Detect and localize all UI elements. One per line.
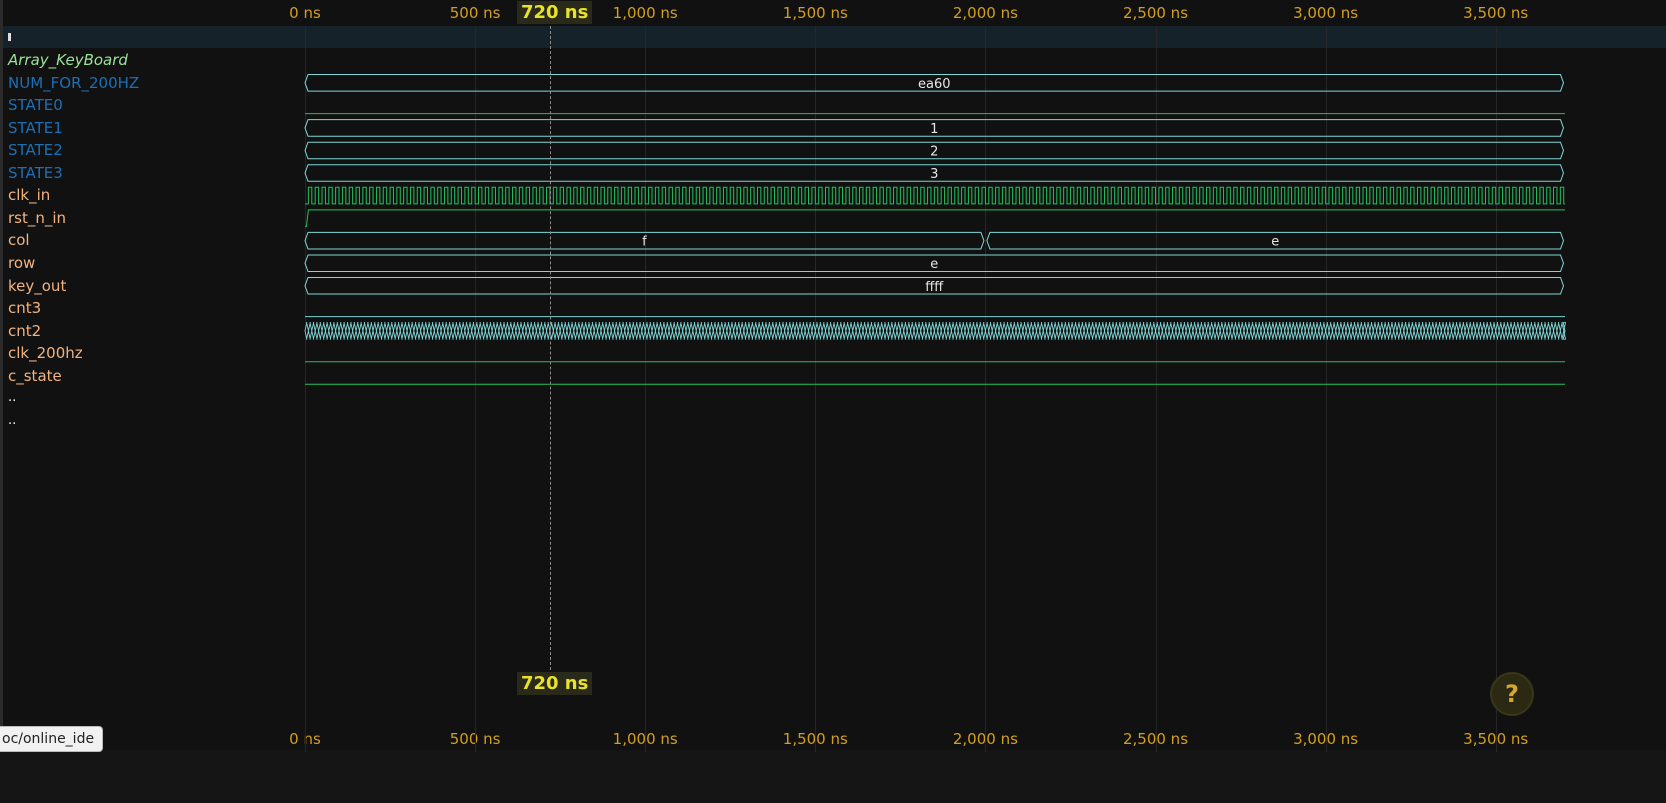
- top-axis-tick-label: 1,000 ns: [612, 4, 678, 22]
- signal-label-col[interactable]: col: [8, 230, 30, 250]
- time-axis-top[interactable]: 0 ns 500 ns 1,000 ns 1,500 ns 2,000 ns 2,500 …: [0, 0, 1666, 26]
- help-icon: ?: [1505, 680, 1519, 708]
- help-button[interactable]: ?: [1490, 672, 1534, 716]
- signal-label-rst-n-in[interactable]: rst_n_in: [8, 208, 66, 228]
- scope-label[interactable]: Array_KeyBoard: [8, 50, 128, 70]
- col-bus-value: e: [1271, 235, 1279, 250]
- signal-label-cnt3[interactable]: cnt3: [8, 298, 41, 318]
- signal-label-state0[interactable]: STATE0: [8, 95, 63, 115]
- signal-label-state3[interactable]: STATE3: [8, 163, 63, 183]
- gridline: [475, 26, 476, 752]
- gridline: [985, 26, 986, 752]
- row-bus-value: e: [930, 257, 938, 272]
- signal-label-row[interactable]: row: [8, 253, 35, 273]
- signal-label-key-out[interactable]: key_out: [8, 276, 66, 296]
- top-axis-tick-label: 3,000 ns: [1293, 4, 1359, 22]
- status-url: oc/online_ide: [0, 726, 104, 752]
- row-bus-segment: [304, 254, 1565, 272]
- num-for-200hz-bus-segment: [304, 74, 1565, 92]
- state1-bus-value: 1: [930, 122, 938, 137]
- col-bus-segment: [986, 231, 1565, 250]
- trailing-row-marker[interactable]: ..: [8, 388, 16, 408]
- state1-bus-segment: [304, 119, 1565, 137]
- gridline: [1156, 26, 1157, 752]
- top-axis-tick-label: 2,500 ns: [1122, 4, 1189, 22]
- signal-label-state2[interactable]: STATE2: [8, 140, 63, 160]
- key-out-bus-segment: [304, 277, 1565, 295]
- state3-bus-value: 3: [930, 167, 938, 182]
- left-border: [0, 0, 3, 803]
- gridline: [305, 26, 306, 752]
- cnt2-bus-trace: [304, 322, 1567, 340]
- signal-label-clk-200hz[interactable]: clk_200hz: [8, 343, 83, 363]
- top-axis-tick-label: 1,500 ns: [782, 4, 848, 22]
- signal-label-state1[interactable]: STATE1: [8, 118, 63, 138]
- signal-label-num-for-200hz[interactable]: NUM_FOR_200HZ: [8, 73, 139, 93]
- top-axis-tick-label: 2,000 ns: [952, 4, 1018, 22]
- gridline: [645, 26, 646, 752]
- top-axis-tick-label: 3,500 ns: [1463, 4, 1529, 22]
- cursor-line[interactable]: [550, 26, 551, 680]
- num-for-200hz-bus-value: ea60: [918, 77, 951, 92]
- state2-bus-segment: [304, 141, 1565, 160]
- signal-label-clk-in[interactable]: clk_in: [8, 185, 50, 205]
- signal-label-c-state[interactable]: c_state: [8, 366, 62, 386]
- time-axis-bottom[interactable]: 0 ns 500 ns 1,000 ns 1,500 ns 2,000 ns 2,500 …: [0, 726, 1666, 752]
- key-out-bus-value: ffff: [925, 280, 944, 295]
- cursor-time-top: 720 ns: [516, 1, 593, 24]
- trailing-row-marker[interactable]: ..: [8, 411, 16, 431]
- gridline: [1326, 26, 1327, 752]
- top-axis-tick-label: 0 ns: [289, 4, 321, 22]
- scope-root-row[interactable]: [3, 26, 1666, 48]
- state2-bus-value: 2: [930, 144, 938, 159]
- cursor-time-bottom: 720 ns: [516, 672, 593, 695]
- signal-label-cnt2[interactable]: cnt2: [8, 321, 41, 341]
- gridline: [815, 26, 816, 752]
- scope-root-marker: [8, 33, 11, 41]
- clk-in-trace: [305, 186, 1565, 205]
- bottom-bar: [0, 750, 1666, 803]
- gridline: [1496, 26, 1497, 752]
- state3-bus-segment: [304, 164, 1565, 182]
- waveform-area[interactable]: ea60 1 2 3 f e e ffff: [0, 0, 1666, 803]
- top-axis-tick-label: 500 ns: [449, 4, 501, 22]
- waveform-canvas: ea60123f eeffff: [304, 74, 1567, 385]
- rst-n-in-trace: [305, 209, 1565, 227]
